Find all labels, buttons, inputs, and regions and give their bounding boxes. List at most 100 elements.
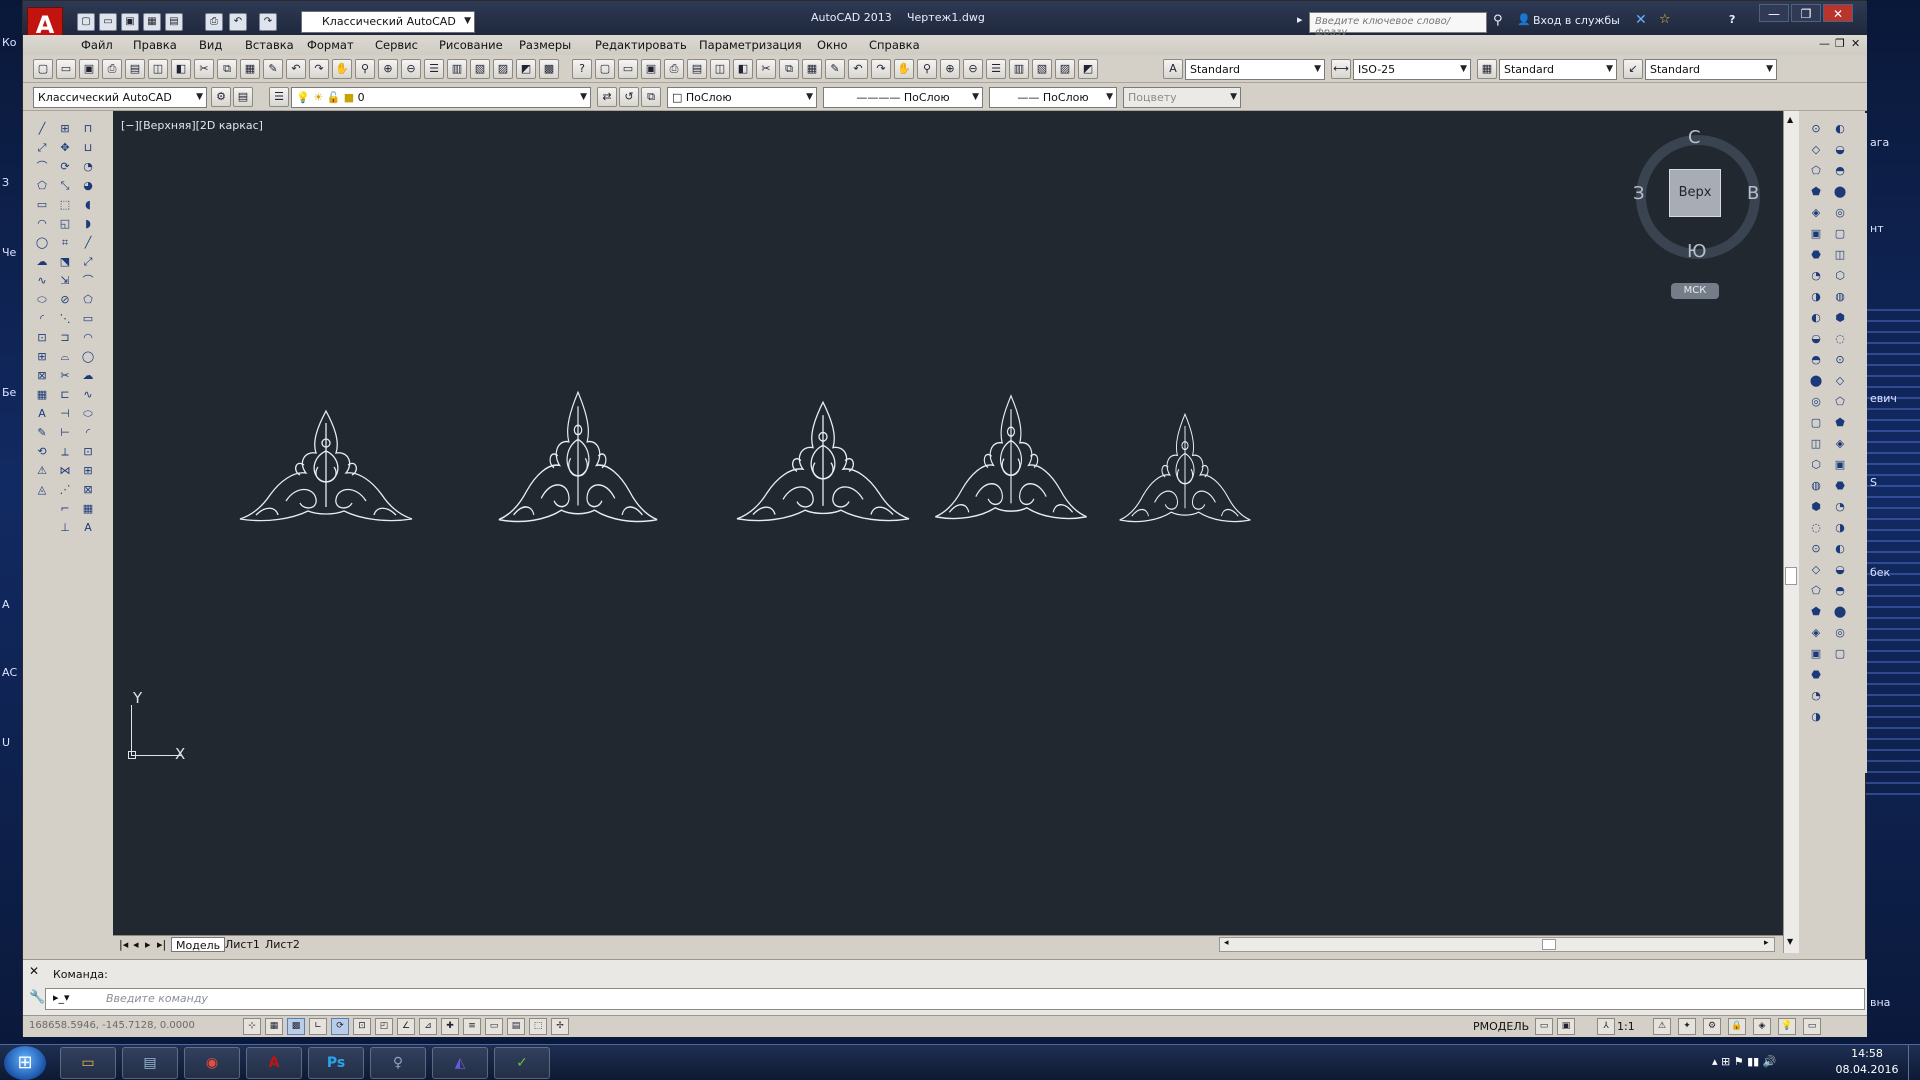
draw-tool-1-3-icon[interactable]: ⤡ [54,176,76,196]
3d-tool-1-14-icon[interactable]: ▢ [1805,413,1827,433]
draw-tool-1-10-icon[interactable]: ⋱ [54,309,76,329]
3d-tool-1-22-icon[interactable]: ⬠ [1805,581,1827,601]
qnew-icon[interactable]: ▢ [595,59,615,79]
annotation-visibility-icon[interactable]: ⚠ [1653,1018,1671,1035]
chrome-taskbar-button[interactable]: ◉ [184,1047,240,1079]
draw-tool-0-11-icon[interactable]: ⊡ [31,328,53,348]
3d-tool-1-11-icon[interactable]: ◓ [1805,350,1827,370]
draw-tool-0-7-icon[interactable]: ☁ [31,252,53,272]
calc-icon[interactable]: ▩ [539,59,559,79]
3d-tool-1-16-icon[interactable]: ⬡ [1805,455,1827,475]
tab-layout1[interactable]: Лист1 [221,937,264,952]
search-arrow-icon[interactable]: ▸ [1297,13,1303,26]
draw-tool-2-6-icon[interactable]: ╱ [77,233,99,253]
draw-tool-0-5-icon[interactable]: ◠ [31,214,53,234]
maximize-button[interactable]: ❐ [1791,4,1821,22]
draw-tool-0-10-icon[interactable]: ◜ [31,309,53,329]
text-style-combo[interactable]: Standard ▼ [1185,59,1325,80]
qopen-icon[interactable]: ▭ [618,59,638,79]
draw-tool-1-13-icon[interactable]: ✂ [54,366,76,386]
3d-tool-1-5-icon[interactable]: ▣ [1805,224,1827,244]
menu-item-6[interactable]: Сервис [375,38,418,52]
lineweight-combo[interactable]: —— ПоСлою ▼ [989,87,1117,108]
plot-icon[interactable]: ⎙ [664,59,684,79]
binoculars-icon[interactable]: ⚲ [1493,13,1503,28]
3d-tool-1-21-icon[interactable]: ◇ [1805,560,1827,580]
command-input[interactable]: Введите команду [45,988,1865,1010]
new-icon[interactable]: ▢ [77,13,95,31]
3d-tool-1-26-icon[interactable]: ⬣ [1805,665,1827,685]
3d-tool-2-6-icon[interactable]: ◫ [1829,245,1851,265]
redo-icon[interactable]: ↷ [259,13,277,31]
app7-taskbar-button[interactable]: ◭ [432,1047,488,1079]
draw-tool-0-2-icon[interactable]: ⌒ [31,157,53,177]
grid-toggle-icon[interactable]: ▩ [287,1018,305,1035]
minimize-button[interactable]: — [1759,4,1789,22]
exchange-icon[interactable]: ✕ [1635,12,1647,28]
save-icon[interactable]: ▣ [79,59,99,79]
ortho-toggle-icon[interactable]: ∟ [309,1018,327,1035]
signin-link[interactable]: Вход в службы [1533,14,1620,27]
pan2-icon[interactable]: ↷ [871,59,891,79]
print-icon[interactable]: ⎙ [205,13,223,31]
draw-tool-0-1-icon[interactable]: ⤢ [31,138,53,158]
pan-icon[interactable]: ✋ [332,59,352,79]
sheet-set-icon[interactable]: ▨ [493,59,513,79]
ducs-toggle-icon[interactable]: ⊿ [419,1018,437,1035]
cut2-icon[interactable]: ◧ [733,59,753,79]
3d-tool-2-21-icon[interactable]: ◒ [1829,560,1851,580]
draw-tool-1-21-icon[interactable]: ⊥ [54,518,76,538]
tab-last-icon[interactable]: ▸| [153,937,170,952]
3d-tool-2-14-icon[interactable]: ⬟ [1829,413,1851,433]
help-button[interactable]: ? [1729,13,1735,26]
draw-tool-1-8-icon[interactable]: ⇲ [54,271,76,291]
3d-tool-1-12-icon[interactable]: ⬤ [1805,371,1827,391]
draw-tool-1-4-icon[interactable]: ⬚ [54,195,76,215]
menu-item-8[interactable]: Размеры [519,38,571,52]
3d-tool-1-27-icon[interactable]: ◔ [1805,686,1827,706]
draw-tool-0-14-icon[interactable]: ▦ [31,385,53,405]
draw-tool-1-2-icon[interactable]: ⟳ [54,157,76,177]
3dosnap-toggle-icon[interactable]: ◰ [375,1018,393,1035]
menu-item-2[interactable]: Правка [133,38,177,52]
zoom-window-icon[interactable]: ⊕ [378,59,398,79]
3d-tool-2-5-icon[interactable]: ▢ [1829,224,1851,244]
snap-toggle-icon[interactable]: ▦ [265,1018,283,1035]
layer-properties-icon[interactable]: ☰ [269,87,289,107]
wcs-menu-button[interactable]: МСК [1671,283,1719,299]
show-desktop-button[interactable] [1908,1045,1920,1080]
tool-palettes-icon[interactable]: ▧ [470,59,490,79]
3d-tool-2-20-icon[interactable]: ◐ [1829,539,1851,559]
3d-tool-2-8-icon[interactable]: ◍ [1829,287,1851,307]
draw-tool-0-16-icon[interactable]: ✎ [31,423,53,443]
help-icon[interactable]: ? [572,59,592,79]
customize-wrench-icon[interactable]: 🔧 [29,990,45,1005]
preview-icon[interactable]: ▤ [687,59,707,79]
tp2-icon[interactable]: ▥ [1009,59,1029,79]
menu-item-9[interactable]: Редактировать [595,38,687,52]
draw-tool-1-9-icon[interactable]: ⊘ [54,290,76,310]
scroll-up-icon[interactable]: ▲ [1787,115,1793,124]
3d-tool-1-20-icon[interactable]: ⊙ [1805,539,1827,559]
match2-icon[interactable]: ▦ [802,59,822,79]
menu-item-1[interactable]: Файл [81,38,113,52]
dyn-toggle-icon[interactable]: ✚ [441,1018,459,1035]
compass-east[interactable]: В [1747,183,1759,204]
3d-tool-2-9-icon[interactable]: ⬢ [1829,308,1851,328]
clock-time[interactable]: 14:58 [1832,1047,1902,1060]
save-icon[interactable]: ▣ [121,13,139,31]
open-icon[interactable]: ▭ [56,59,76,79]
draw-tool-0-19-icon[interactable]: ◬ [31,480,53,500]
viewcube-top-face[interactable]: Верх [1669,169,1721,217]
zoom-realtime-icon[interactable]: ⚲ [355,59,375,79]
layer-combo[interactable]: 💡 ☀ 🔓 ■ 0 ▼ [291,87,591,108]
clock-date[interactable]: 08.04.2016 [1832,1063,1902,1076]
draw-tool-2-13-icon[interactable]: ☁ [77,366,99,386]
3d-tool-1-25-icon[interactable]: ▣ [1805,644,1827,664]
3d-tool-1-24-icon[interactable]: ◈ [1805,623,1827,643]
multileader-style-combo[interactable]: Standard ▼ [1645,59,1777,80]
command-prompt-icon[interactable]: ▸_▾ [53,991,70,1004]
3d-tool-1-2-icon[interactable]: ⬠ [1805,161,1827,181]
layer-previous-icon[interactable]: ↺ [619,87,639,107]
3d-print-icon[interactable]: ◧ [171,59,191,79]
